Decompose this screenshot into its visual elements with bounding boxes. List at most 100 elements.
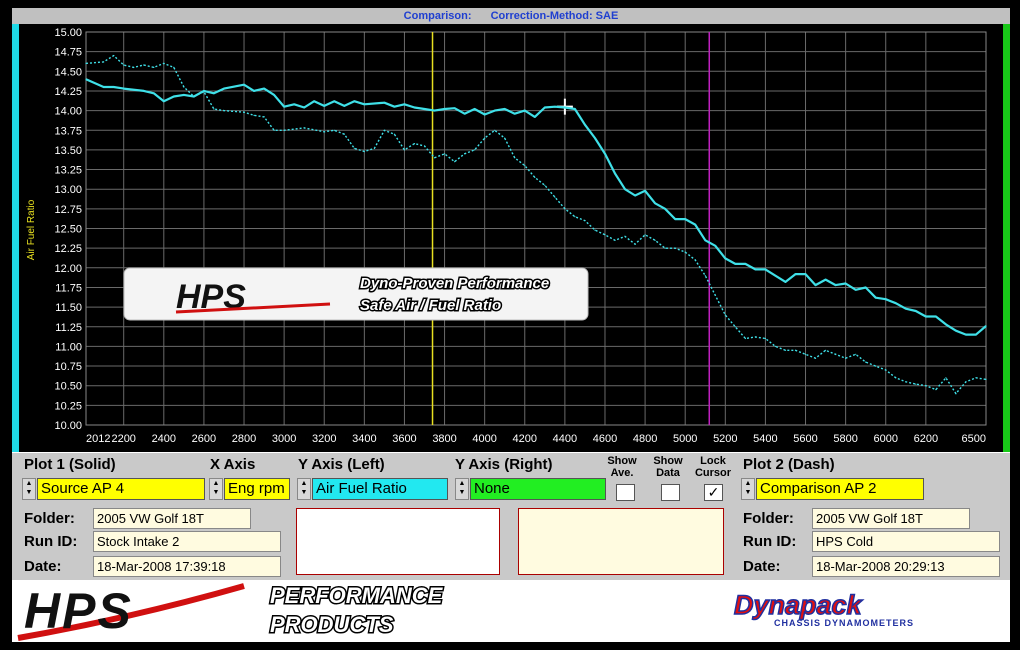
solid-point bbox=[905, 308, 907, 310]
plot2-select[interactable]: Comparison AP 2 bbox=[756, 478, 924, 500]
yaxis-right-select[interactable]: None bbox=[470, 478, 606, 500]
xaxis-label: X Axis bbox=[210, 456, 256, 473]
solid-point bbox=[524, 110, 526, 112]
plot1-spinner[interactable]: ▲ ▼ bbox=[22, 478, 36, 500]
dash-point bbox=[604, 234, 606, 236]
solid-point bbox=[283, 106, 285, 108]
dash-point bbox=[784, 349, 787, 351]
banner-line2: Safe Air / Fuel Ratio bbox=[360, 297, 501, 314]
dash-point bbox=[754, 336, 757, 338]
run1-date-label: Date: bbox=[24, 558, 62, 575]
solid-point bbox=[504, 108, 506, 110]
yaxis-left-spinner[interactable]: ▲ ▼ bbox=[297, 478, 311, 500]
footer-logos: HPS PERFORMANCE PRODUCTS Dynapack CHASSI… bbox=[17, 582, 913, 641]
xaxis-select[interactable]: Eng rpm bbox=[224, 478, 290, 500]
yaxis-right-spinner[interactable]: ▲ ▼ bbox=[455, 478, 469, 500]
x-tick-label: 2800 bbox=[232, 433, 256, 445]
dash-point bbox=[825, 349, 827, 351]
dash-point bbox=[393, 133, 395, 135]
dash-point bbox=[734, 326, 736, 328]
y-tick-label: 12.75 bbox=[54, 204, 82, 216]
dash-point bbox=[193, 95, 195, 98]
y-tick-label: 14.00 bbox=[54, 106, 82, 118]
dash-point bbox=[764, 337, 767, 340]
dash-point bbox=[614, 239, 616, 241]
y-tick-label: 13.25 bbox=[54, 165, 82, 177]
solid-point bbox=[454, 107, 456, 109]
x-tick-label: 3600 bbox=[392, 433, 416, 445]
dyno-chart[interactable]: 15.00 14.75 14.50 14.25 14.00 13.75 13.50 13.25… bbox=[0, 0, 1020, 452]
solid-point bbox=[474, 108, 476, 110]
x-tick-label: 5200 bbox=[713, 433, 737, 445]
solid-point bbox=[85, 78, 87, 80]
xaxis-spinner[interactable]: ▲ ▼ bbox=[209, 478, 223, 500]
dash-point bbox=[444, 153, 446, 155]
run2-folder-field[interactable]: 2005 VW Golf 18T bbox=[812, 508, 970, 529]
solid-point bbox=[624, 188, 626, 190]
solid-point bbox=[343, 105, 345, 107]
solid-point bbox=[333, 100, 335, 102]
x-tick-label: 3400 bbox=[352, 433, 376, 445]
plot-area[interactable] bbox=[86, 24, 989, 448]
dash-point bbox=[845, 357, 847, 359]
solid-point bbox=[955, 330, 957, 332]
solid-point bbox=[634, 194, 636, 197]
solid-point bbox=[273, 94, 275, 96]
y-tick-label: 15.00 bbox=[54, 27, 82, 39]
run1-notes-box[interactable] bbox=[296, 508, 500, 575]
solid-point bbox=[564, 106, 566, 109]
run1-folder-field[interactable]: 2005 VW Golf 18T bbox=[93, 508, 251, 529]
dash-point bbox=[363, 150, 365, 153]
show-ave-checkbox[interactable] bbox=[616, 484, 635, 501]
yaxis-right-label: Y Axis (Right) bbox=[455, 456, 553, 473]
show-data-checkbox[interactable] bbox=[661, 484, 680, 501]
plot1-select[interactable]: Source AP 4 bbox=[37, 478, 205, 500]
y-tick-label: 10.00 bbox=[54, 420, 82, 432]
solid-point bbox=[865, 286, 867, 289]
dash-point bbox=[273, 129, 275, 131]
run1-runid-field[interactable]: Stock Intake 2 bbox=[93, 531, 281, 552]
solid-point bbox=[143, 90, 145, 92]
yaxis-left-select[interactable]: Air Fuel Ratio bbox=[312, 478, 448, 500]
lock-cursor-checkbox[interactable]: ✓ bbox=[704, 484, 723, 501]
footer-dynapack-logo: Dynapack bbox=[734, 590, 864, 620]
x-tick-label: 5600 bbox=[793, 433, 817, 445]
run1-date-field[interactable]: 18-Mar-2008 17:39:18 bbox=[93, 556, 281, 577]
dash-point bbox=[283, 129, 285, 131]
solid-point bbox=[113, 86, 115, 88]
x-tick-label: 5800 bbox=[833, 433, 857, 445]
dash-point bbox=[113, 55, 115, 57]
dash-point bbox=[123, 64, 125, 66]
run2-notes-box[interactable] bbox=[518, 508, 724, 575]
dash-point bbox=[183, 86, 185, 88]
x-tick-label: 2012 bbox=[86, 433, 110, 445]
y-tick-label: 10.50 bbox=[54, 381, 82, 393]
footer-perf-line2: PRODUCTS bbox=[270, 612, 394, 637]
solid-point bbox=[614, 172, 616, 175]
run2-date-label: Date: bbox=[743, 558, 781, 575]
run2-date-field[interactable]: 18-Mar-2008 20:29:13 bbox=[812, 556, 1000, 577]
solid-point bbox=[153, 92, 155, 94]
dash-point bbox=[343, 133, 345, 135]
solid-point bbox=[213, 92, 215, 94]
solid-point bbox=[825, 279, 827, 281]
solid-point bbox=[484, 113, 486, 116]
run1-runid-label: Run ID: bbox=[24, 533, 78, 550]
solid-point bbox=[915, 310, 917, 312]
solid-point bbox=[774, 275, 777, 277]
dash-point bbox=[694, 259, 696, 261]
dash-point bbox=[554, 196, 556, 198]
run2-runid-field[interactable]: HPS Cold bbox=[812, 531, 1000, 552]
plot2-spinner[interactable]: ▲ ▼ bbox=[741, 478, 755, 500]
solid-point bbox=[123, 88, 125, 90]
y-tick-label: 10.25 bbox=[54, 400, 82, 412]
x-tick-label: 5000 bbox=[673, 433, 697, 445]
dash-point bbox=[433, 157, 436, 159]
dash-point bbox=[684, 251, 686, 253]
solid-point bbox=[945, 323, 947, 325]
control-panel: Plot 1 (Solid) X Axis Y Axis (Left) Y Ax… bbox=[12, 452, 1010, 581]
x-tick-label: 4400 bbox=[553, 433, 577, 445]
solid-point bbox=[544, 106, 546, 109]
solid-point bbox=[243, 84, 245, 86]
run2-runid-label: Run ID: bbox=[743, 533, 797, 550]
